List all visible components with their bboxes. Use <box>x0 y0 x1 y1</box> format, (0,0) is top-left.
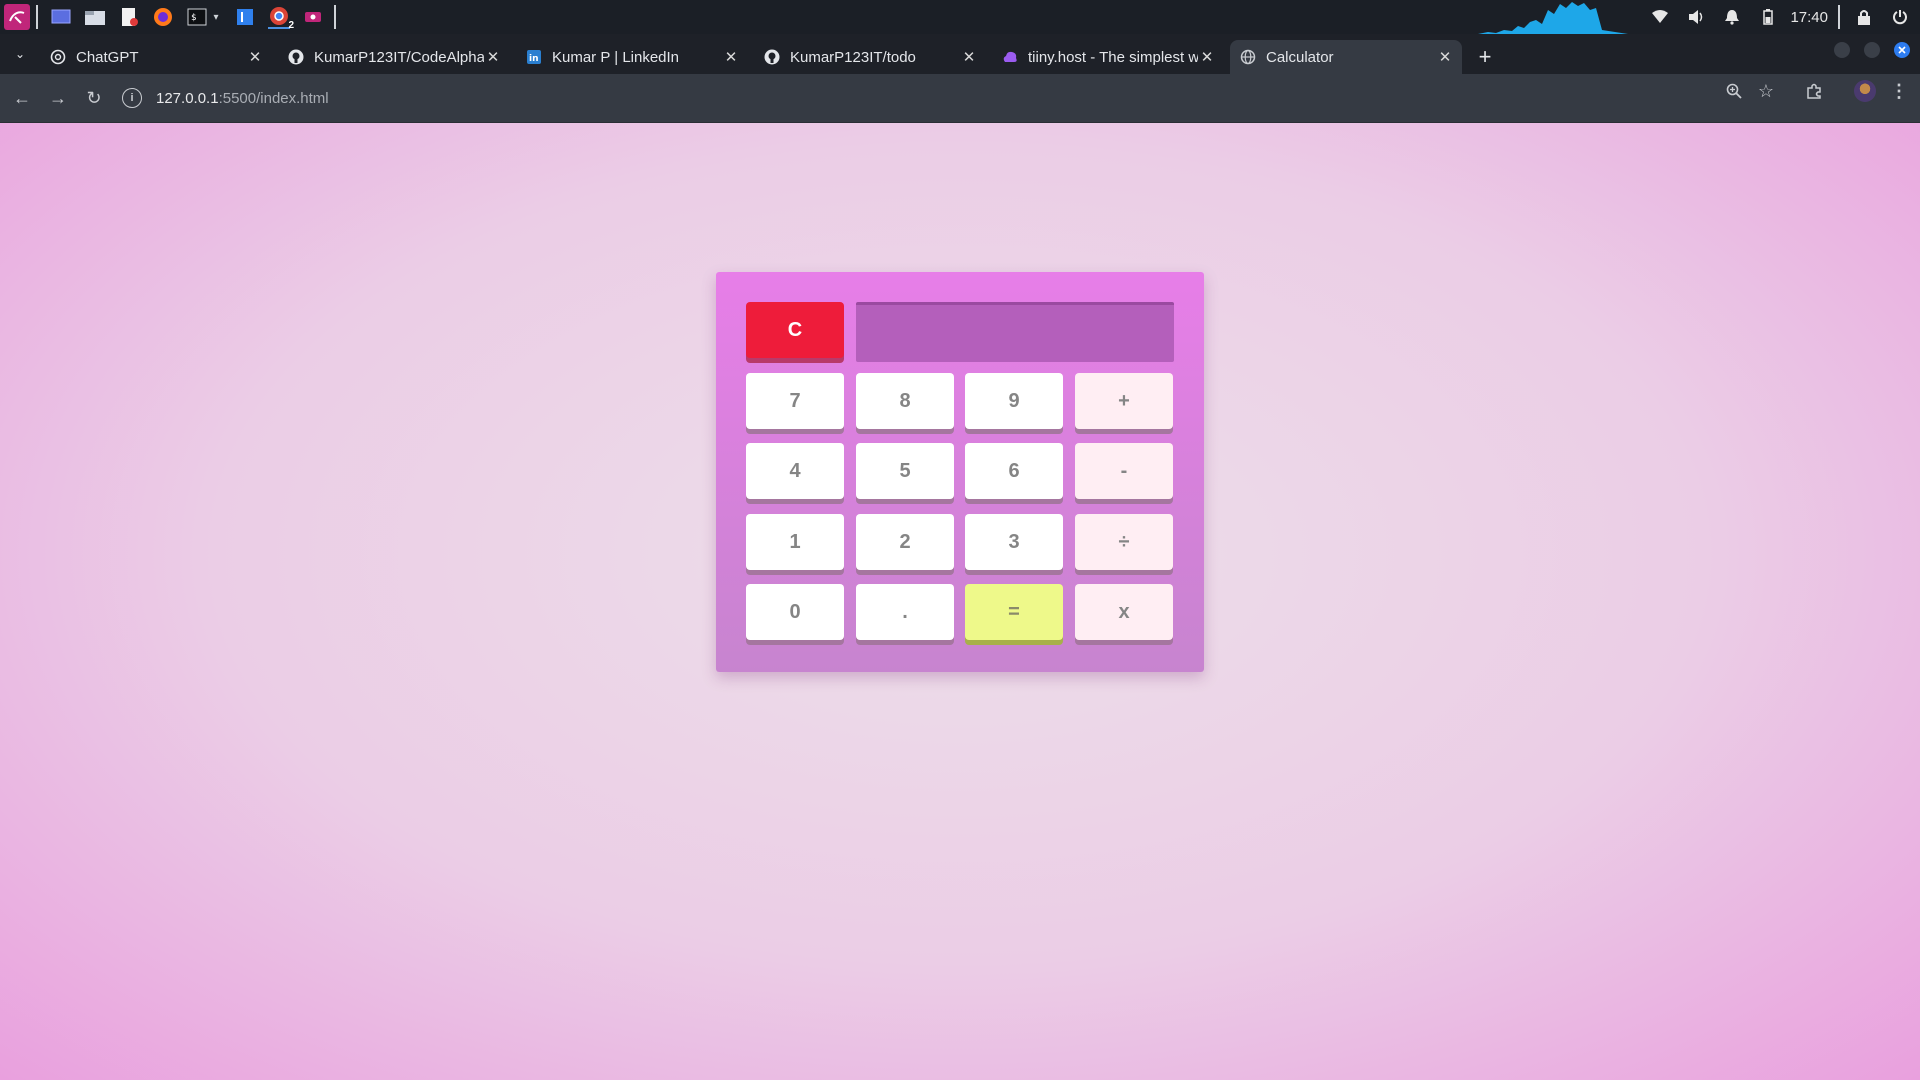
reload-button[interactable]: ↻ <box>76 80 112 116</box>
page-viewport: C 7 8 9 + 4 5 6 - 1 2 3 ÷ 0 . = x <box>0 123 1920 1080</box>
key-4[interactable]: 4 <box>746 443 844 499</box>
zoom-icon[interactable] <box>1724 81 1744 101</box>
close-icon <box>1898 46 1906 54</box>
chevron-down-icon[interactable]: ▾ <box>210 6 222 28</box>
reload-icon: ↻ <box>86 87 102 108</box>
tab-chatgpt[interactable]: ChatGPT ✕ <box>40 40 272 74</box>
tab-title: ChatGPT <box>76 48 139 66</box>
key-8[interactable]: 8 <box>856 373 954 429</box>
battery-icon[interactable] <box>1758 7 1778 27</box>
key-divide[interactable]: ÷ <box>1075 514 1173 570</box>
calculator: C 7 8 9 + 4 5 6 - 1 2 3 ÷ 0 . = x <box>716 272 1204 672</box>
tab-title: KumarP123IT/CodeAlpha <box>314 48 484 66</box>
lock-screen-icon[interactable] <box>1854 7 1874 27</box>
taskbar-separator <box>1838 5 1840 29</box>
more-menu-icon[interactable]: ⋮ <box>1890 81 1908 102</box>
key-1[interactable]: 1 <box>746 514 844 570</box>
close-icon[interactable]: ✕ <box>960 48 978 66</box>
back-button[interactable]: ← <box>4 80 40 116</box>
linkedin-icon: in <box>526 49 542 65</box>
extensions-icon[interactable] <box>1804 81 1824 101</box>
chevron-down-icon: ⌄ <box>14 47 26 61</box>
calculator-display <box>856 302 1174 362</box>
url-path: :5500/index.html <box>218 89 329 107</box>
key-add[interactable]: + <box>1075 373 1173 429</box>
close-window-button[interactable] <box>1894 42 1910 58</box>
tab-linkedin[interactable]: in Kumar P | LinkedIn ✕ <box>516 40 748 74</box>
tab-title: KumarP123IT/todo <box>790 48 916 66</box>
equals-button[interactable]: = <box>965 584 1063 640</box>
forward-button[interactable]: → <box>40 80 76 116</box>
tab-title: tiiny.host - The simplest w <box>1028 48 1198 66</box>
address-bar[interactable]: i 127.0.0.1:5500/index.html <box>122 80 1682 116</box>
system-clock: 17:40 <box>1790 8 1828 26</box>
key-decimal[interactable]: . <box>856 584 954 640</box>
tiiny-host-icon <box>1002 49 1018 65</box>
svg-text:in: in <box>529 54 539 64</box>
globe-icon <box>1240 49 1256 65</box>
arrow-right-icon: → <box>49 87 67 108</box>
key-subtract[interactable]: - <box>1075 443 1173 499</box>
key-0[interactable]: 0 <box>746 584 844 640</box>
site-info-icon[interactable]: i <box>122 88 142 108</box>
taskbar-separator <box>334 5 336 29</box>
minimize-button[interactable] <box>1834 42 1850 58</box>
profile-avatar[interactable] <box>1854 80 1876 102</box>
firefox-icon[interactable] <box>152 6 174 28</box>
close-icon[interactable]: ✕ <box>1436 48 1454 66</box>
tab-title: Kumar P | LinkedIn <box>552 48 680 66</box>
network-monitor-graph <box>1478 0 1629 34</box>
window-controls <box>1834 42 1910 58</box>
tab-search-button[interactable]: ⌄ <box>0 34 40 74</box>
taskbar-separator <box>36 5 38 29</box>
new-tab-button[interactable]: + <box>1468 40 1502 74</box>
browser-tab-strip: ⌄ ChatGPT ✕ KumarP123IT/CodeAlpha ✕ in K… <box>0 34 1920 74</box>
plus-icon: + <box>1478 44 1492 69</box>
tab-todo[interactable]: KumarP123IT/todo ✕ <box>754 40 986 74</box>
notification-bell-icon[interactable] <box>1722 7 1742 27</box>
key-9[interactable]: 9 <box>965 373 1063 429</box>
screen-recorder-icon[interactable] <box>302 6 324 28</box>
browser-toolbar: ← → ↻ i 127.0.0.1:5500/index.html ☆ ⋮ <box>0 74 1920 123</box>
github-icon <box>288 49 304 65</box>
tab-calculator[interactable]: Calculator ✕ <box>1230 40 1462 74</box>
tab-tiiny-host[interactable]: tiiny.host - The simplest w ✕ <box>992 40 1224 74</box>
kali-menu-icon[interactable] <box>4 4 30 30</box>
app-launcher-icon[interactable] <box>234 6 256 28</box>
desktop-icon[interactable] <box>50 6 72 28</box>
close-icon[interactable]: ✕ <box>246 48 264 66</box>
close-icon[interactable]: ✕ <box>1198 48 1216 66</box>
tab-codealpha[interactable]: KumarP123IT/CodeAlpha ✕ <box>278 40 510 74</box>
toolbar-actions: ☆ ⋮ <box>1724 80 1908 102</box>
arrow-left-icon: ← <box>13 87 31 108</box>
tab-title: Calculator <box>1266 48 1334 66</box>
wifi-icon[interactable] <box>1650 7 1670 27</box>
svg-text:$: $ <box>191 13 196 23</box>
clear-button[interactable]: C <box>746 302 844 358</box>
os-taskbar: $ ▾ 2 17:40 <box>0 0 1920 34</box>
power-icon[interactable] <box>1890 7 1910 27</box>
maximize-button[interactable] <box>1864 42 1880 58</box>
file-manager-icon[interactable] <box>84 6 106 28</box>
key-7[interactable]: 7 <box>746 373 844 429</box>
close-icon[interactable]: ✕ <box>484 48 502 66</box>
close-icon[interactable]: ✕ <box>722 48 740 66</box>
window-count-badge: 2 <box>288 20 294 31</box>
openai-icon <box>50 49 66 65</box>
text-editor-icon[interactable] <box>118 6 140 28</box>
key-6[interactable]: 6 <box>965 443 1063 499</box>
key-5[interactable]: 5 <box>856 443 954 499</box>
key-2[interactable]: 2 <box>856 514 954 570</box>
github-icon <box>764 49 780 65</box>
chrome-icon[interactable]: 2 <box>268 5 294 31</box>
key-multiply[interactable]: x <box>1075 584 1173 640</box>
url-host: 127.0.0.1 <box>156 89 219 107</box>
terminal-icon[interactable]: $ <box>186 6 208 28</box>
key-3[interactable]: 3 <box>965 514 1063 570</box>
volume-icon[interactable] <box>1686 7 1706 27</box>
bookmark-star-icon[interactable]: ☆ <box>1758 81 1774 102</box>
